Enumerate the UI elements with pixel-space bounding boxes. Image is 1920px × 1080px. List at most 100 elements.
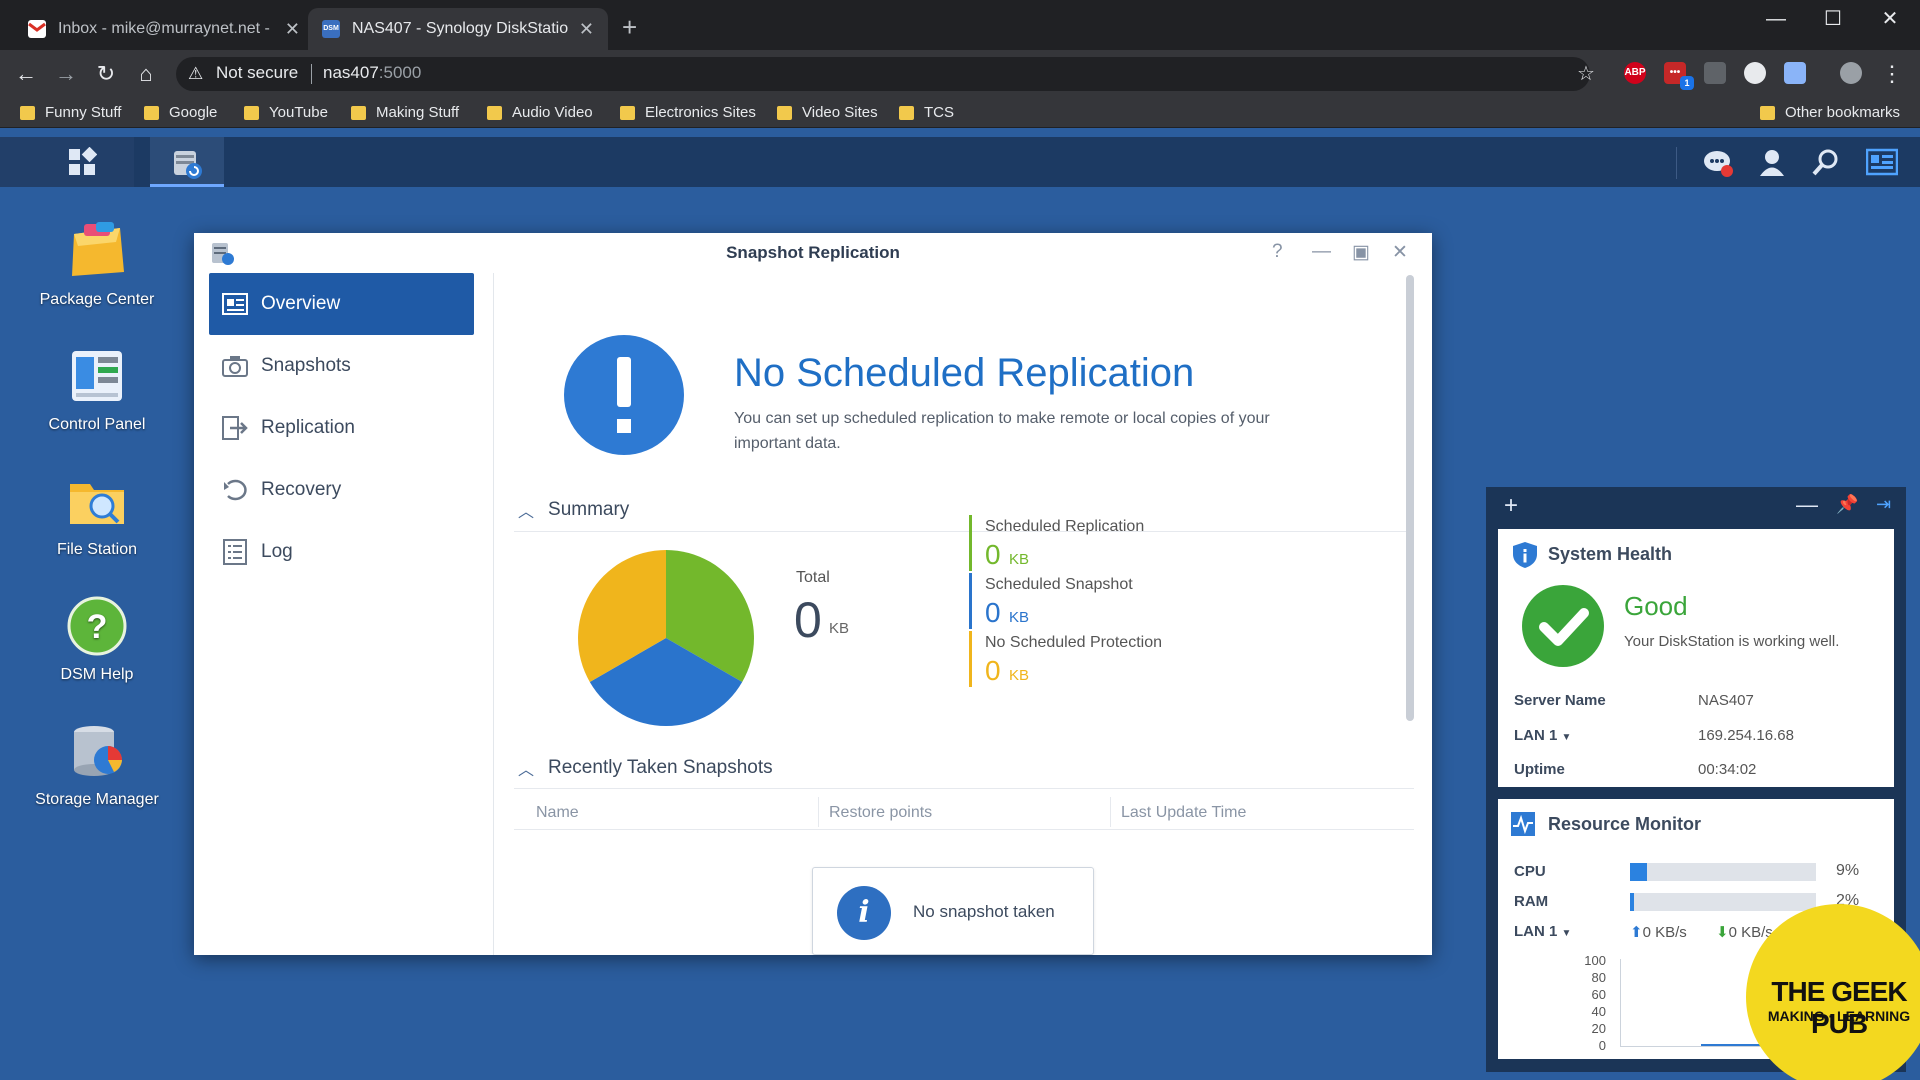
tab-gmail[interactable]: Inbox - mike@murraynet.net - M ✕ xyxy=(14,8,314,50)
folder-icon xyxy=(899,105,914,120)
pin-icon[interactable]: 📌 xyxy=(1836,494,1858,515)
help-icon[interactable]: ? xyxy=(1272,241,1283,263)
recent-snapshots-header[interactable]: ︿ Recently Taken Snapshots xyxy=(518,756,773,780)
forward-icon[interactable]: → xyxy=(50,58,82,90)
divider xyxy=(514,531,1414,532)
extension-icon[interactable] xyxy=(1704,62,1726,84)
legend-label: Scheduled Snapshot xyxy=(985,576,1133,593)
desktop-control-panel[interactable]: Control Panel xyxy=(27,345,167,435)
notifications-icon[interactable] xyxy=(1702,147,1734,179)
chevron-up-icon[interactable]: ︿ xyxy=(518,756,534,780)
desktop-file-station[interactable]: File Station xyxy=(27,470,167,560)
sidebar-item-replication[interactable]: Replication xyxy=(209,397,474,459)
legend-label: No Scheduled Protection xyxy=(985,634,1162,651)
overview-icon xyxy=(221,290,249,318)
dsm-icon: DSM xyxy=(322,20,340,38)
new-tab-button[interactable]: + xyxy=(622,12,637,43)
user-icon[interactable] xyxy=(1756,147,1788,179)
total-unit: KB xyxy=(829,620,850,637)
column-restore-points[interactable]: Restore points xyxy=(829,804,932,822)
y-tick: 20 xyxy=(1591,1021,1606,1036)
bookmark-tcs[interactable]: TCS xyxy=(899,104,954,121)
adblock-icon[interactable]: ABP xyxy=(1624,62,1646,84)
column-divider xyxy=(818,797,819,827)
package-center-icon xyxy=(66,220,128,282)
divider xyxy=(514,829,1414,830)
legend-unit: KB xyxy=(1009,667,1030,684)
column-name[interactable]: Name xyxy=(536,804,579,822)
uptime-value: 00:34:02 xyxy=(1698,761,1757,778)
bookmark-star-icon[interactable]: ☆ xyxy=(1570,58,1602,90)
legend-bar-replication xyxy=(969,515,972,571)
tab-diskstation[interactable]: DSM NAS407 - Synology DiskStation ✕ xyxy=(308,8,608,50)
chevron-down-icon: ▼ xyxy=(1561,928,1572,939)
close-window-icon[interactable]: ✕ xyxy=(1862,2,1918,36)
cpu-meter-fill xyxy=(1630,863,1647,881)
minimize-window-icon[interactable]: — xyxy=(1748,2,1804,36)
close-tab-icon[interactable]: ✕ xyxy=(285,19,300,40)
empty-state-text: No snapshot taken xyxy=(913,902,1055,921)
sidebar-item-overview[interactable]: Overview xyxy=(209,273,474,335)
home-icon[interactable]: ⌂ xyxy=(130,58,162,90)
extension-window-icon[interactable] xyxy=(1784,62,1806,84)
bookmark-youtube[interactable]: YouTube xyxy=(244,104,328,121)
folder-icon xyxy=(487,105,502,120)
reload-icon[interactable]: ↻ xyxy=(90,58,122,90)
extension-circle-icon[interactable] xyxy=(1744,62,1766,84)
main-menu-icon[interactable] xyxy=(66,146,98,179)
divider xyxy=(514,788,1414,789)
geek-pub-logo: THE GEEK PUB MAKING · LEARNING xyxy=(1746,904,1920,1080)
svg-text:?: ? xyxy=(87,608,108,646)
desktop-storage-manager[interactable]: Storage Manager xyxy=(27,720,167,810)
security-status[interactable]: Not secure xyxy=(216,63,298,83)
column-divider xyxy=(1110,797,1111,827)
bookmark-making-stuff[interactable]: Making Stuff xyxy=(351,104,459,121)
scrollbar[interactable] xyxy=(1406,275,1414,721)
taskbar-divider xyxy=(1676,147,1677,179)
desktop-dsm-help[interactable]: ? DSM Help xyxy=(27,595,167,685)
folder-icon xyxy=(144,105,159,120)
bookmark-video-sites[interactable]: Video Sites xyxy=(777,104,878,121)
lan-dropdown[interactable]: LAN 1 ▼ xyxy=(1514,727,1571,744)
bookmark-funny-stuff[interactable]: Funny Stuff xyxy=(20,104,121,121)
snapshot-app-icon[interactable] xyxy=(170,147,202,179)
bookmark-audio-video[interactable]: Audio Video xyxy=(487,104,593,121)
sidebar-item-recovery[interactable]: Recovery xyxy=(209,459,474,521)
collapse-icon[interactable]: ⇥ xyxy=(1876,494,1891,515)
back-icon[interactable]: ← xyxy=(10,58,42,90)
close-tab-icon[interactable]: ✕ xyxy=(579,19,594,40)
log-icon xyxy=(221,538,249,566)
sidebar-item-snapshots[interactable]: Snapshots xyxy=(209,335,474,397)
minimize-widget-icon[interactable]: — xyxy=(1796,492,1818,518)
bookmark-electronics-sites[interactable]: Electronics Sites xyxy=(620,104,756,121)
maximize-window-icon[interactable]: ☐ xyxy=(1805,2,1861,36)
cpu-label: CPU xyxy=(1514,863,1546,880)
summary-header[interactable]: ︿ Summary xyxy=(518,498,629,522)
storage-manager-icon xyxy=(66,720,128,782)
desktop-package-center[interactable]: Package Center xyxy=(27,220,167,310)
close-icon[interactable]: ✕ xyxy=(1392,241,1408,264)
bookmark-other[interactable]: Other bookmarks xyxy=(1760,104,1900,121)
warning-icon[interactable]: ⚠ xyxy=(188,64,203,84)
maximize-icon[interactable]: ▣ xyxy=(1352,241,1370,264)
sidebar-item-log[interactable]: Log xyxy=(209,521,474,583)
legend-bar-unprotected xyxy=(969,631,972,687)
chevron-up-icon[interactable]: ︿ xyxy=(518,498,534,522)
bookmark-google[interactable]: Google xyxy=(144,104,217,121)
browser-menu-icon[interactable]: ⋮ xyxy=(1876,58,1908,90)
add-widget-icon[interactable]: + xyxy=(1504,492,1518,520)
info-icon: i xyxy=(837,886,891,940)
legend-value: 0 xyxy=(985,597,1001,628)
y-tick: 40 xyxy=(1591,1004,1606,1019)
replication-icon xyxy=(221,414,249,442)
page-description: You can set up scheduled replication to … xyxy=(734,410,1270,452)
search-icon[interactable] xyxy=(1810,147,1842,179)
widgets-icon[interactable] xyxy=(1865,147,1899,179)
lan-resource-dropdown[interactable]: LAN 1 ▼ xyxy=(1514,923,1571,940)
monitor-icon xyxy=(1510,811,1536,842)
url-text[interactable]: nas407:5000 xyxy=(323,63,421,83)
profile-avatar[interactable] xyxy=(1840,62,1862,84)
minimize-icon[interactable]: — xyxy=(1312,241,1331,263)
y-tick: 0 xyxy=(1598,1038,1606,1053)
column-last-update[interactable]: Last Update Time xyxy=(1121,804,1246,822)
